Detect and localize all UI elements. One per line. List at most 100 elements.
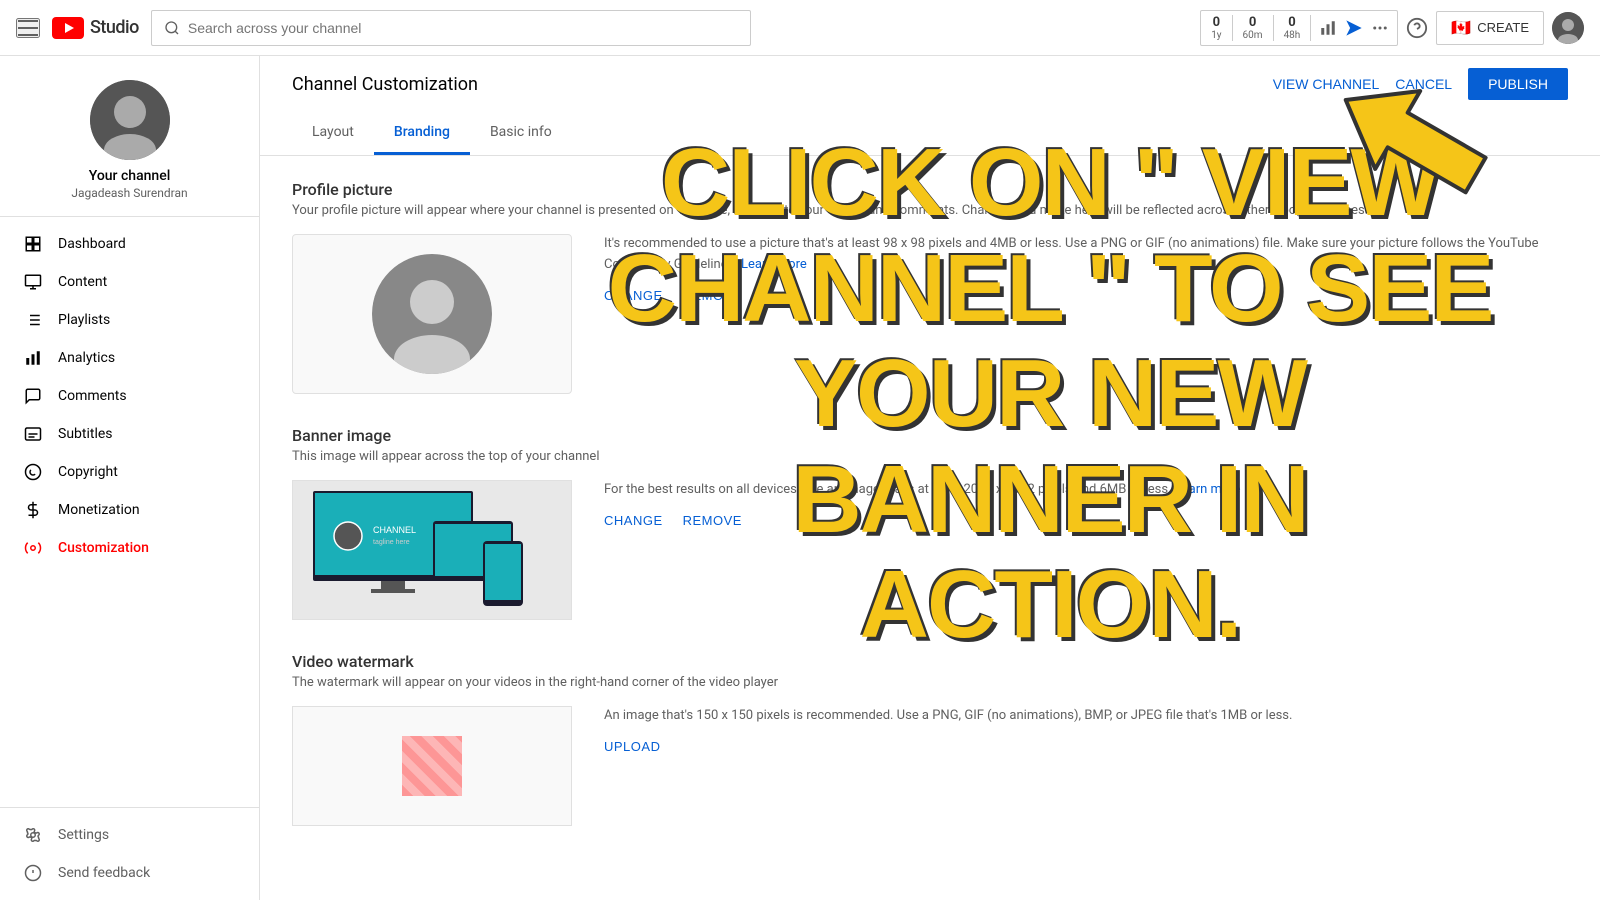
- stat-1y-label: 1y: [1211, 30, 1221, 41]
- stat-48h: 0 48h: [1274, 15, 1312, 41]
- stat-60m-value: 0: [1249, 15, 1256, 30]
- main-layout: Your channel Jagadeash Surendran Dashboa…: [0, 56, 1600, 900]
- profile-remove-button[interactable]: REMOVE: [683, 288, 742, 303]
- sidebar-label-subtitles: Subtitles: [58, 426, 113, 442]
- copyright-icon: [24, 463, 42, 481]
- sidebar-item-monetization[interactable]: Monetization: [0, 491, 259, 529]
- profile-picture-section: Profile picture Your profile picture wil…: [292, 180, 1568, 394]
- sidebar-item-dashboard[interactable]: Dashboard: [0, 225, 259, 263]
- banner-actions: CHANGE REMOVE: [604, 513, 1568, 528]
- top-navigation: Studio 0 1y 0 60m 0 48h: [0, 0, 1600, 56]
- banner-content: CHANNEL tagline here For the best result…: [292, 480, 1568, 620]
- sidebar-item-copyright[interactable]: Copyright: [0, 453, 259, 491]
- settings-icon: [24, 826, 42, 844]
- search-input[interactable]: [188, 20, 738, 36]
- stat-48h-label: 48h: [1284, 30, 1301, 41]
- stat-1y-value: 0: [1213, 15, 1220, 30]
- menu-button[interactable]: [16, 18, 40, 38]
- tab-layout[interactable]: Layout: [292, 112, 374, 155]
- banner-change-button[interactable]: CHANGE: [604, 513, 663, 528]
- watermark-pattern: [402, 736, 462, 796]
- stats-icons: [1311, 19, 1397, 37]
- help-icon[interactable]: [1406, 17, 1428, 39]
- sidebar-label-analytics: Analytics: [58, 350, 115, 366]
- profile-picture-content: It's recommended to use a picture that's…: [292, 234, 1568, 394]
- content-body: Profile picture Your profile picture wil…: [260, 156, 1600, 900]
- search-icon: [164, 20, 180, 36]
- watermark-actions: UPLOAD: [604, 739, 1568, 754]
- page-title: Channel Customization: [292, 74, 478, 95]
- tab-basicinfo[interactable]: Basic info: [470, 112, 572, 155]
- menu-dots-icon[interactable]: [1371, 19, 1389, 37]
- channel-handle: Jagadeash Surendran: [71, 186, 187, 200]
- comments-icon: [24, 387, 42, 405]
- tabs: Layout Branding Basic info: [292, 112, 1568, 155]
- content-area: Channel Customization VIEW CHANNEL CANCE…: [260, 56, 1600, 900]
- banner-title: Banner image: [292, 426, 1568, 445]
- flag-emoji: 🇨🇦: [1451, 18, 1471, 38]
- stat-48h-value: 0: [1288, 15, 1295, 30]
- banner-learn-more-link[interactable]: Learn more: [1175, 482, 1241, 497]
- bar-chart-icon[interactable]: [1319, 19, 1337, 37]
- watermark-info: An image that's 150 x 150 pixels is reco…: [604, 706, 1568, 754]
- svg-text:tagline here: tagline here: [373, 539, 410, 546]
- sidebar-item-settings[interactable]: Settings: [0, 816, 259, 854]
- studio-label: Studio: [90, 17, 139, 38]
- youtube-logo-icon: [52, 17, 84, 39]
- sidebar-item-playlists[interactable]: Playlists: [0, 301, 259, 339]
- sidebar-label-dashboard: Dashboard: [58, 236, 126, 252]
- sidebar-label-monetization: Monetization: [58, 502, 140, 518]
- page-header: Channel Customization VIEW CHANNEL CANCE…: [260, 56, 1600, 156]
- create-button[interactable]: 🇨🇦 CREATE: [1436, 11, 1544, 45]
- channel-avatar: [90, 80, 170, 160]
- sidebar-item-customization[interactable]: Customization: [0, 529, 259, 567]
- banner-infotext: For the best results on all devices, use…: [604, 480, 1568, 501]
- dashboard-icon: [24, 235, 42, 253]
- banner-image-section: Banner image This image will appear acro…: [292, 426, 1568, 620]
- channel-info: Your channel Jagadeash Surendran: [0, 56, 259, 217]
- monetization-icon: [24, 501, 42, 519]
- stat-60m: 0 60m: [1233, 15, 1274, 41]
- watermark-preview: [292, 706, 572, 826]
- sidebar-label-comments: Comments: [58, 388, 127, 404]
- tab-branding[interactable]: Branding: [374, 112, 470, 155]
- sidebar-item-feedback[interactable]: Send feedback: [0, 854, 259, 892]
- search-bar: [151, 10, 751, 46]
- sidebar-label-playlists: Playlists: [58, 312, 110, 328]
- subtitles-icon: [24, 425, 42, 443]
- sidebar-label-content: Content: [58, 274, 107, 290]
- profile-change-button[interactable]: CHANGE: [604, 288, 663, 303]
- banner-desc: This image will appear across the top of…: [292, 449, 1568, 464]
- sidebar-label-copyright: Copyright: [58, 464, 118, 480]
- sidebar-item-comments[interactable]: Comments: [0, 377, 259, 415]
- sidebar-label-feedback: Send feedback: [58, 865, 150, 881]
- profile-picture-desc: Your profile picture will appear where y…: [292, 203, 1568, 218]
- logo[interactable]: Studio: [52, 17, 139, 39]
- sidebar-label-settings: Settings: [58, 827, 109, 843]
- sidebar-bottom: Settings Send feedback: [0, 807, 259, 900]
- banner-info: For the best results on all devices, use…: [604, 480, 1568, 528]
- profile-learn-more-link[interactable]: Learn more: [741, 257, 807, 272]
- profile-picture-circle: [372, 254, 492, 374]
- sidebar-item-analytics[interactable]: Analytics: [0, 339, 259, 377]
- watermark-upload-button[interactable]: UPLOAD: [604, 739, 660, 754]
- watermark-infotext: An image that's 150 x 150 pixels is reco…: [604, 706, 1568, 727]
- sidebar-item-subtitles[interactable]: Subtitles: [0, 415, 259, 453]
- create-label: CREATE: [1477, 20, 1529, 35]
- stat-1y: 0 1y: [1201, 15, 1232, 41]
- analytics-icon: [24, 349, 42, 367]
- sidebar-item-content[interactable]: Content: [0, 263, 259, 301]
- cancel-button[interactable]: CANCEL: [1395, 76, 1452, 92]
- customization-icon: [24, 539, 42, 557]
- banner-preview: CHANNEL tagline here: [292, 480, 572, 620]
- view-channel-button[interactable]: VIEW CHANNEL: [1273, 76, 1380, 92]
- banner-remove-button[interactable]: REMOVE: [683, 513, 742, 528]
- publish-button[interactable]: PUBLISH: [1468, 68, 1568, 100]
- stat-60m-label: 60m: [1243, 30, 1263, 41]
- profile-picture-preview: [292, 234, 572, 394]
- avatar[interactable]: [1552, 12, 1584, 44]
- profile-picture-info: It's recommended to use a picture that's…: [604, 234, 1568, 303]
- flag-icon[interactable]: [1345, 19, 1363, 37]
- svg-text:CHANNEL: CHANNEL: [373, 525, 416, 535]
- watermark-title: Video watermark: [292, 652, 1568, 671]
